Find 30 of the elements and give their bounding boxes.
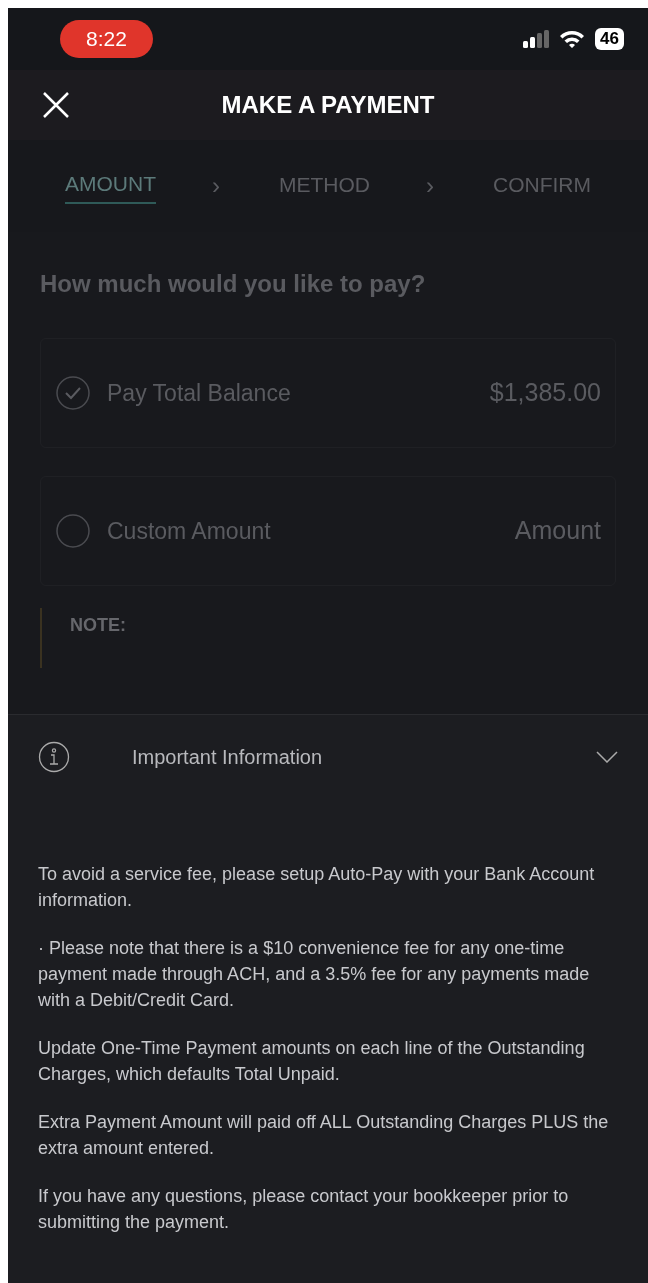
question-heading: How much would you like to pay? [40, 269, 427, 299]
chevron-icon: › [426, 168, 434, 204]
step-tab[interactable]: CONFIRM [493, 169, 591, 203]
chevron-icon: › [212, 168, 220, 204]
note-title: NOTE: [70, 615, 126, 635]
info-icon [38, 741, 70, 773]
option-label: Pay Total Balance [107, 378, 291, 408]
info-paragraph: Update One-Time Payment amounts on each line of the Outstanding Charges, which defaults Total Unpaid. [38, 1037, 586, 1086]
info-paragraph: · Please note that there is a $10 convenience fee for any one-time payment made through ACH, and a 3.5% fee for any payments made with a Debit/Credit Card. [38, 937, 591, 1012]
info-paragraph: Extra Payment Amount will paid off ALL Outstanding Charges PLUS the extra amount entered. [38, 1111, 610, 1160]
amount-field[interactable]: Amount [451, 512, 601, 550]
check-circle-icon[interactable] [55, 375, 91, 411]
wifi-icon [559, 29, 586, 49]
step-tab[interactable]: METHOD [279, 169, 370, 203]
balance-amount: $1,385.00 [489, 377, 601, 409]
status-time: 8:22 [60, 20, 153, 58]
screen-title: MAKE A PAYMENT [221, 90, 435, 120]
step-tab[interactable]: AMOUNT [65, 168, 156, 204]
chevron-down-icon [596, 751, 618, 763]
battery-level: 46 [595, 28, 624, 50]
signal-icon [523, 30, 550, 48]
info-paragraph: To avoid a service fee, please setup Auto-Pay with your Bank Account information. [38, 863, 596, 912]
info-paragraph: If you have any questions, please contact your bookkeeper prior to submitting the payment. [38, 1185, 570, 1234]
close-icon[interactable] [42, 91, 70, 119]
info-title: Important Information [132, 745, 323, 770]
payment-option[interactable]: Pay Total Balance $1,385.00 [40, 338, 616, 448]
radio-circle-icon[interactable] [55, 513, 91, 549]
payment-option[interactable]: Custom Amount Amount [40, 476, 616, 586]
info-accordion-header[interactable]: Important Information [38, 715, 618, 799]
option-label: Custom Amount [107, 516, 271, 546]
